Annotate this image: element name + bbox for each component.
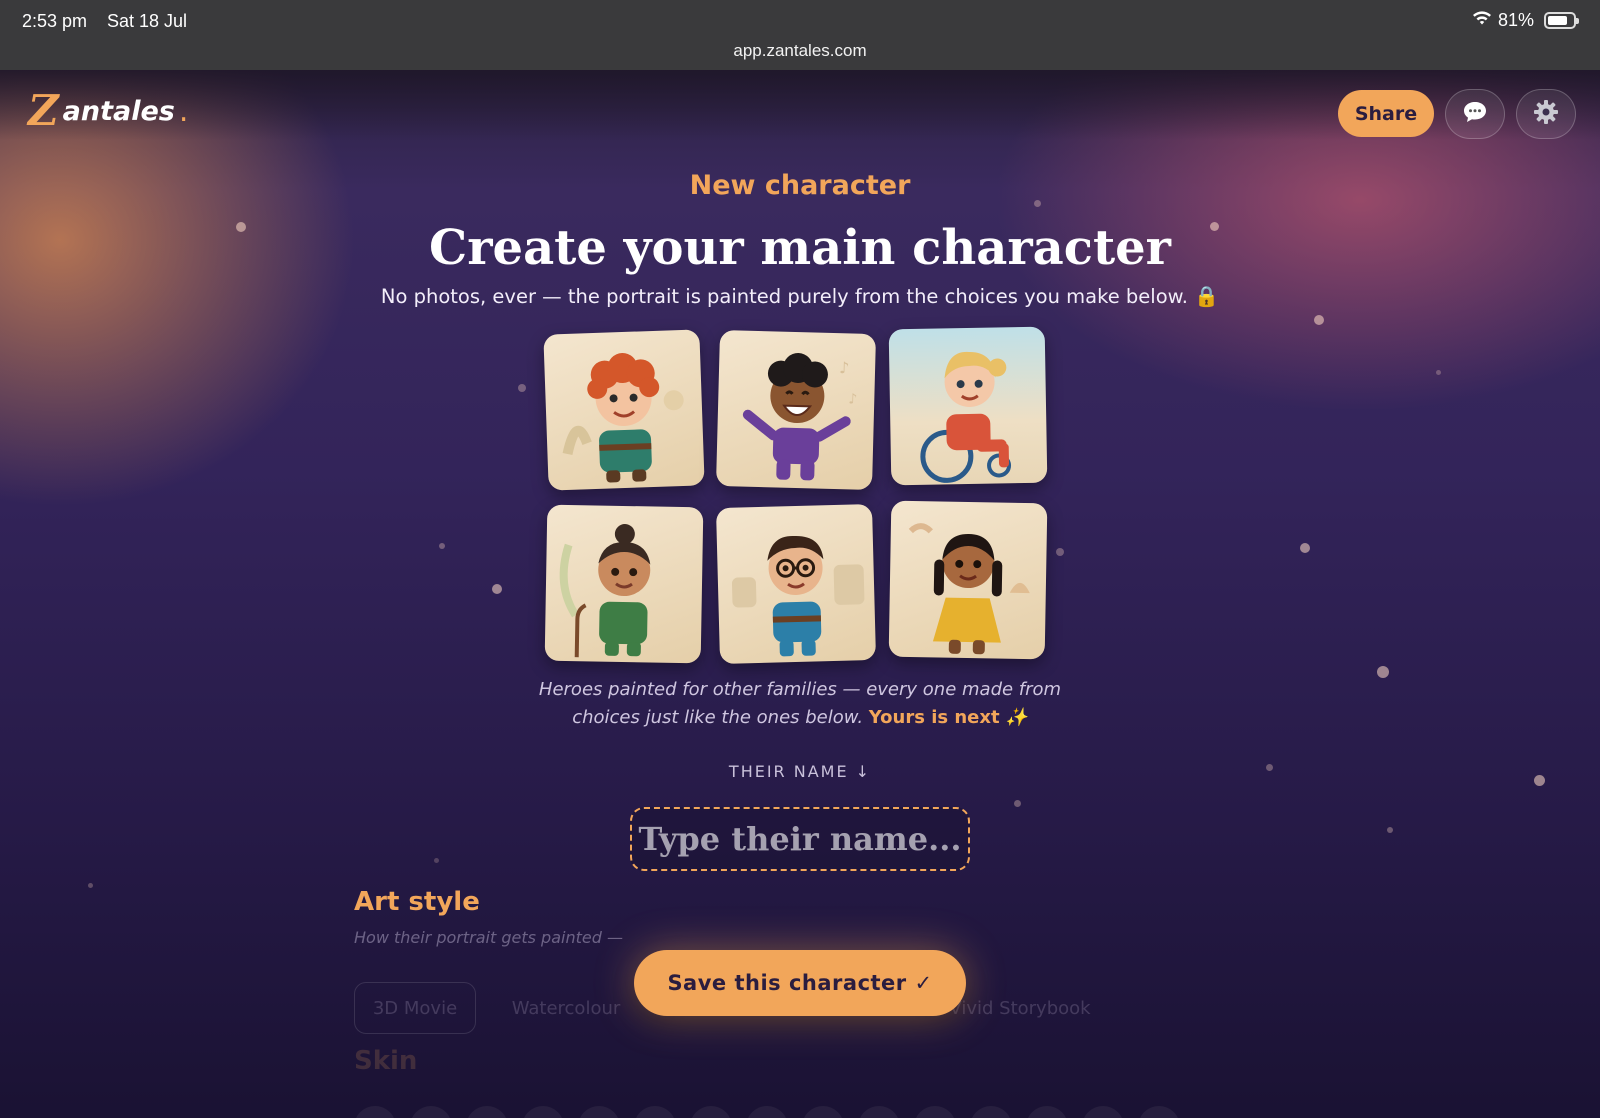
skin-swatch[interactable] — [578, 1106, 620, 1118]
skin-swatch[interactable] — [522, 1106, 564, 1118]
skin-swatch-row — [354, 1106, 1180, 1118]
chat-bubble-icon — [1462, 100, 1488, 128]
sparkle-dot — [434, 858, 439, 863]
skin-swatch[interactable] — [858, 1106, 900, 1118]
status-bar: 2:53 pm Sat 18 Jul app.zantales.com 81% — [0, 0, 1600, 70]
art-style-subtitle: How their portrait gets painted — — [354, 928, 623, 947]
name-field-label: THEIR NAME ↓ — [728, 762, 872, 781]
address-bar-url[interactable]: app.zantales.com — [0, 41, 1600, 61]
gallery-caption: Heroes painted for other families — ever… — [0, 676, 1600, 732]
caption-line-1: Heroes painted for other families — ever… — [538, 679, 1062, 700]
sparkle-dot — [1387, 827, 1393, 833]
sparkle-dot — [492, 584, 502, 594]
sparkle-dot — [439, 543, 445, 549]
svg-text:♪: ♪ — [848, 391, 857, 407]
skin-swatch[interactable] — [354, 1106, 396, 1118]
caption-line-2: choices just like the ones below. Yours … — [0, 704, 1600, 732]
sparkle-dot — [1436, 370, 1441, 375]
caption-highlight: Yours is next — [868, 707, 1000, 728]
skin-swatch[interactable] — [410, 1106, 452, 1118]
skin-swatch[interactable] — [690, 1106, 732, 1118]
character-name-input[interactable] — [630, 807, 970, 871]
sparkle-dot — [1300, 543, 1310, 553]
subtitle-text: No photos, ever — the portrait is painte… — [380, 285, 1188, 308]
app-canvas: Z antales . Share New character Create y… — [0, 70, 1600, 1118]
sparkle-dot — [1014, 800, 1021, 807]
skin-swatch[interactable] — [1082, 1106, 1124, 1118]
skin-heading: Skin — [354, 1046, 418, 1076]
save-character-button[interactable]: Save this character ✓ — [634, 950, 966, 1016]
skin-swatch[interactable] — [970, 1106, 1012, 1118]
gear-icon — [1533, 99, 1559, 129]
svg-text:♪: ♪ — [839, 358, 850, 377]
style-option-3d-movie[interactable]: 3D Movie — [354, 982, 476, 1034]
example-portrait-grid: ♪ ♪ — [543, 326, 1058, 668]
logo-dot: . — [178, 93, 189, 129]
logo-letter: Z — [28, 86, 59, 135]
skin-swatch[interactable] — [802, 1106, 844, 1118]
wifi-icon — [1472, 10, 1492, 31]
sparkle-dot — [1314, 315, 1324, 325]
example-portrait-cane-girl — [544, 504, 704, 664]
skin-swatch[interactable] — [466, 1106, 508, 1118]
page-subtitle: No photos, ever — the portrait is painte… — [0, 284, 1600, 308]
skin-swatch[interactable] — [914, 1106, 956, 1118]
skin-swatch[interactable] — [634, 1106, 676, 1118]
sparkle-dot — [1034, 200, 1041, 207]
example-portrait-purple-outfit-boy: ♪ ♪ — [715, 329, 877, 491]
example-portrait-glasses-boy — [715, 503, 877, 665]
lock-icon: 🔒 — [1194, 284, 1220, 308]
art-style-heading: Art style — [354, 887, 480, 917]
skin-swatch[interactable] — [1026, 1106, 1068, 1118]
sparkle-dot — [88, 883, 93, 888]
settings-button[interactable] — [1516, 89, 1576, 139]
chat-button[interactable] — [1445, 89, 1505, 139]
logo-wordmark: antales — [62, 95, 175, 127]
battery-percent: 81% — [1497, 10, 1534, 30]
style-option-watercolour[interactable]: Watercolour — [506, 982, 626, 1034]
sparkle-icon: ✨ — [1005, 707, 1028, 728]
example-portrait-wheelchair-girl — [888, 326, 1048, 486]
page-kicker: New character — [689, 170, 911, 201]
status-indicators: 81% — [1472, 10, 1579, 31]
status-time: 2:53 pm — [22, 11, 88, 31]
page-title: Create your main character — [429, 220, 1171, 276]
battery-icon — [1544, 12, 1579, 29]
status-date: Sat 18 Jul — [107, 11, 188, 31]
skin-swatch[interactable] — [1138, 1106, 1180, 1118]
example-portrait-braids-girl — [888, 500, 1048, 660]
skin-swatch[interactable] — [746, 1106, 788, 1118]
share-button[interactable]: Share — [1338, 90, 1434, 137]
sparkle-dot — [518, 384, 526, 392]
example-portrait-red-hair-boy — [543, 329, 705, 491]
caption-line-2-text: choices just like the ones below. — [572, 707, 864, 728]
zantales-logo[interactable]: Z antales . — [28, 90, 188, 132]
